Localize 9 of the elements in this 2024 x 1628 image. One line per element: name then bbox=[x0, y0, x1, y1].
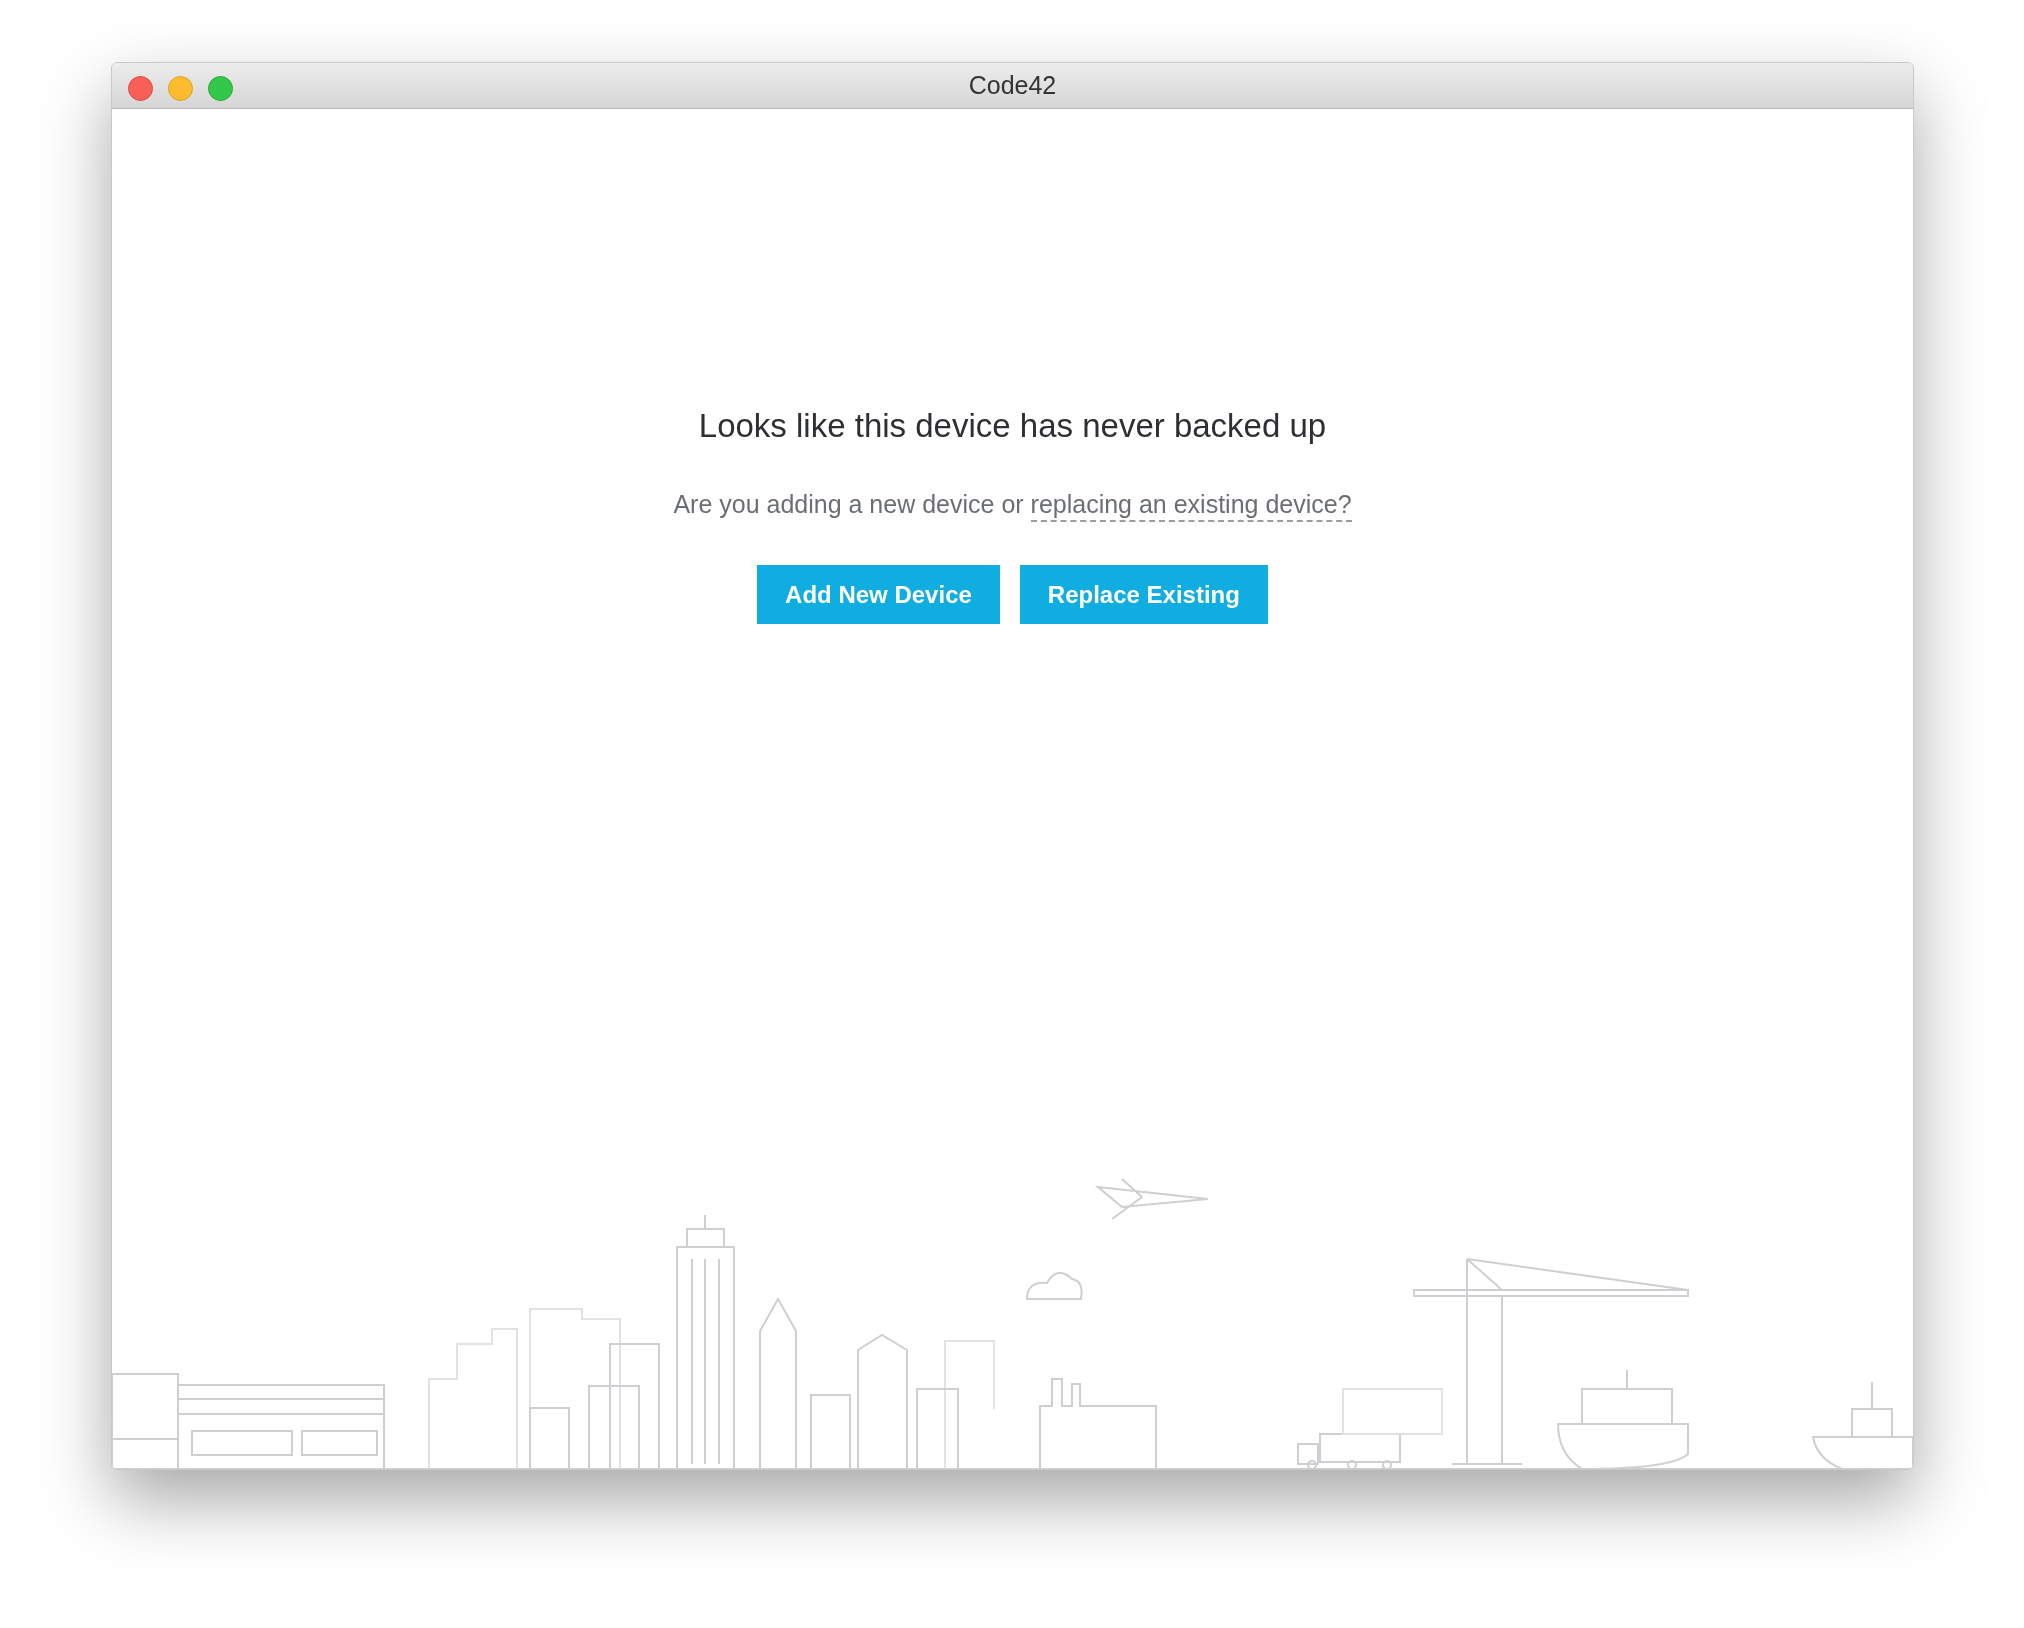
window-title: Code42 bbox=[968, 71, 1057, 100]
zoom-button[interactable] bbox=[208, 76, 233, 101]
heading: Looks like this device has never backed up bbox=[698, 407, 1327, 445]
action-button[interactable]: Add New Device bbox=[757, 565, 1000, 624]
close-button[interactable] bbox=[128, 76, 153, 101]
action-button[interactable]: Replace Existing bbox=[1019, 565, 1268, 624]
replace-device-link[interactable]: replacing an existing device? bbox=[1030, 490, 1352, 522]
minimize-button[interactable] bbox=[168, 76, 193, 101]
prompt-text: Are you adding a new device or replacing an existing device? bbox=[673, 490, 1352, 519]
